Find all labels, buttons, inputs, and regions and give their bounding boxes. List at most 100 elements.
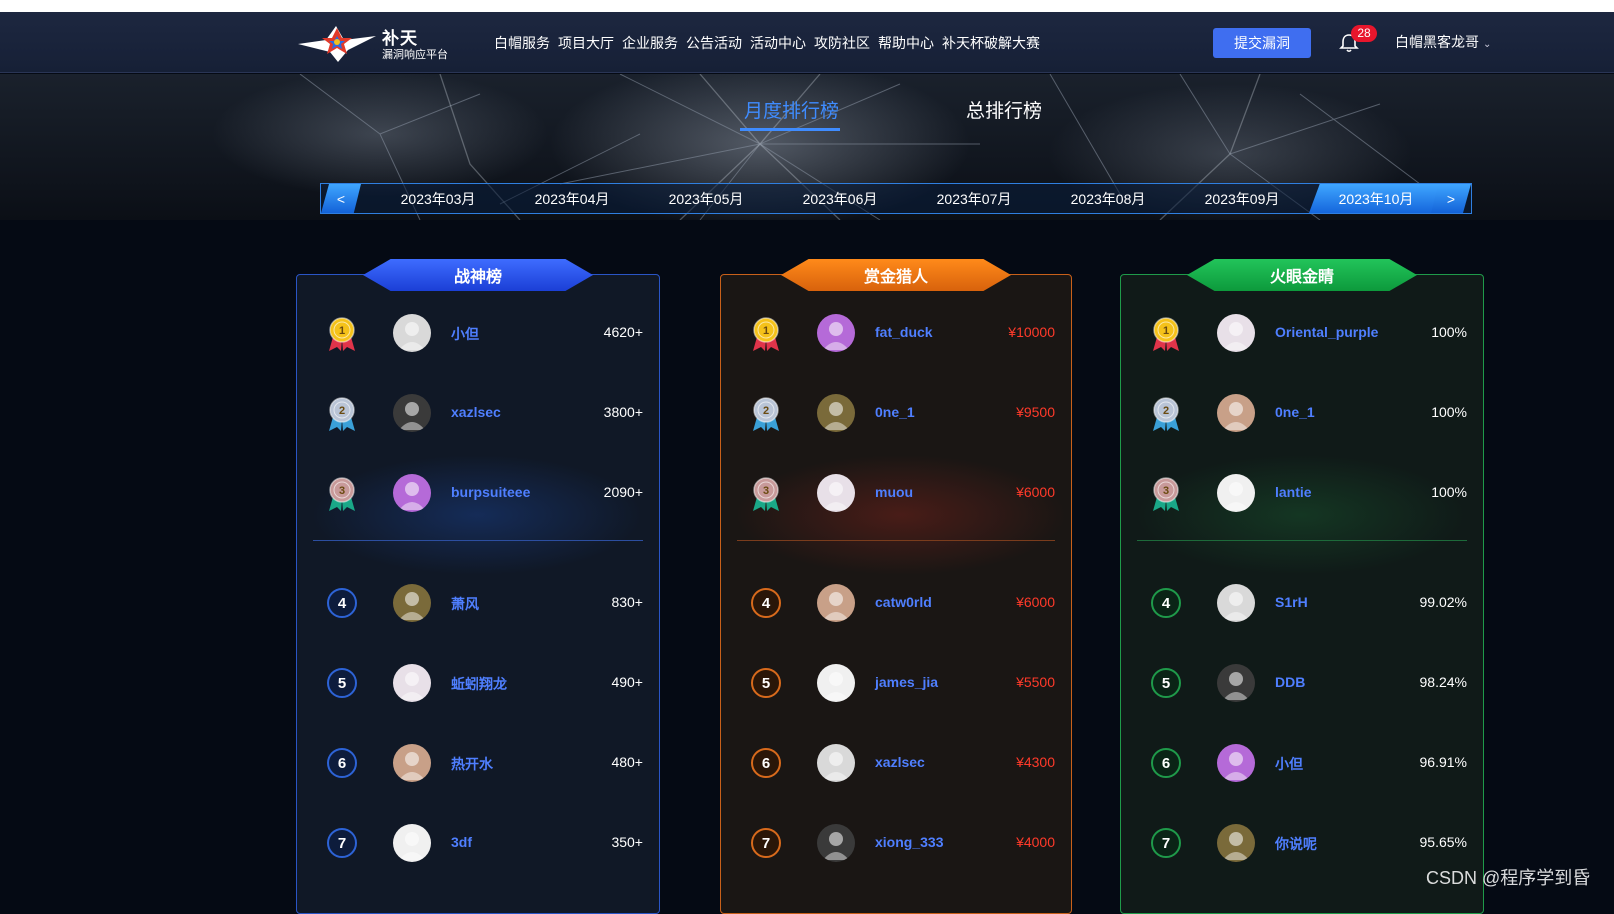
avatar[interactable] [1217,664,1255,702]
avatar[interactable] [1217,584,1255,622]
avatar[interactable] [817,474,855,512]
user-name-link[interactable]: 热开水 [451,754,493,774]
medal-rank-number: 1 [339,325,345,337]
month-item[interactable]: 2023年06月 [773,184,907,213]
menu-item-enterprise-service[interactable]: 企业服务 [622,33,678,53]
user-name-link[interactable]: catw0rld [875,594,932,610]
submit-vulnerability-button[interactable]: 提交漏洞 [1213,28,1311,58]
avatar[interactable] [817,744,855,782]
user-name-link[interactable]: 小但 [451,324,479,344]
site-logo[interactable]: 补天 漏洞响应平台 [296,22,456,64]
medal-icon: 1 [753,317,779,351]
ranking-row: 7 xiong_333 ¥4000 [721,823,1071,863]
user-avatar-icon [823,832,849,860]
user-avatar-icon [823,752,849,780]
tab-monthly-ranking[interactable]: 月度排行榜 [744,96,839,123]
ranking-row: 5 蚯蚓翔龙 490+ [297,663,659,703]
score-value: 3800+ [603,404,643,420]
score-value: ¥6000 [1016,594,1055,610]
score-value: 830+ [611,594,643,610]
score-value: 98.24% [1419,674,1467,690]
score-value: 100% [1431,324,1467,340]
user-name-link[interactable]: xiong_333 [875,834,943,850]
month-item[interactable]: 2023年08月 [1041,184,1175,213]
logo-subtitle: 漏洞响应平台 [382,49,448,61]
user-name-link[interactable]: 蚯蚓翔龙 [451,674,507,694]
rank-number: 6 [1151,748,1181,778]
avatar[interactable] [393,584,431,622]
user-name-link[interactable]: xazlsec [451,404,501,420]
user-name-link[interactable]: burpsuiteee [451,484,530,500]
menu-item-announcements[interactable]: 公告活动 [686,33,742,53]
user-name-link[interactable]: 萧风 [451,594,479,614]
user-menu[interactable]: 白帽黑客龙哥 ⌄ [1395,32,1491,52]
avatar[interactable] [393,394,431,432]
avatar[interactable] [393,474,431,512]
month-item[interactable]: 2023年09月 [1175,184,1309,213]
avatar[interactable] [817,314,855,352]
user-name-link[interactable]: S1rH [1275,594,1308,610]
user-name-link[interactable]: muou [875,484,913,500]
rank-number: 7 [327,828,357,858]
user-avatar-icon [1223,752,1249,780]
user-name-link[interactable]: DDB [1275,674,1305,690]
user-name-link[interactable]: 0ne_1 [1275,404,1315,420]
menu-item-whitehat-service[interactable]: 白帽服务 [494,33,550,53]
medal-rank-number: 1 [1163,325,1169,337]
month-list: 2023年03月 2023年04月 2023年05月 2023年06月 2023… [371,184,1443,213]
user-name-link[interactable]: lantie [1275,484,1312,500]
avatar[interactable] [1217,394,1255,432]
avatar[interactable] [1217,824,1255,862]
user-name-link[interactable]: fat_duck [875,324,933,340]
menu-item-community[interactable]: 攻防社区 [814,33,870,53]
user-name-link[interactable]: 小但 [1275,754,1303,774]
board-war-god: 战神榜 1 小但 4620+ 2 xazlsec 3800+ 3 burpsuiteee 209… [296,259,660,914]
avatar[interactable] [1217,314,1255,352]
menu-item-activity-center[interactable]: 活动中心 [750,33,806,53]
avatar[interactable] [817,824,855,862]
score-value: 100% [1431,484,1467,500]
rank-number: 6 [751,748,781,778]
user-name-link[interactable]: 3df [451,834,472,850]
user-avatar-icon [823,322,849,350]
month-prev-button[interactable]: < [321,184,361,213]
score-value: ¥9500 [1016,404,1055,420]
avatar[interactable] [817,584,855,622]
user-name-link[interactable]: xazlsec [875,754,925,770]
user-name-link[interactable]: 0ne_1 [875,404,915,420]
ranking-row: 3 lantie 100% [1121,473,1483,513]
ranking-row: 7 3df 350+ [297,823,659,863]
avatar[interactable] [1217,474,1255,512]
month-item[interactable]: 2023年05月 [639,184,773,213]
user-avatar-icon [1223,672,1249,700]
month-item[interactable]: 2023年03月 [371,184,505,213]
avatar[interactable] [1217,744,1255,782]
month-item[interactable]: 2023年04月 [505,184,639,213]
month-item[interactable]: 2023年07月 [907,184,1041,213]
top3-divider [1137,540,1467,541]
ranking-row: 1 小但 4620+ [297,313,659,353]
user-name-link[interactable]: Oriental_purple [1275,324,1378,340]
tab-total-ranking[interactable]: 总排行榜 [966,96,1042,123]
user-avatar-icon [399,482,425,510]
avatar[interactable] [393,824,431,862]
user-avatar-icon [399,592,425,620]
user-avatar-icon [823,482,849,510]
user-name-link[interactable]: 你说呢 [1275,834,1317,854]
ranking-row: 1 fat_duck ¥10000 [721,313,1071,353]
avatar[interactable] [817,394,855,432]
medal-icon: 3 [329,477,355,511]
ranking-row: 2 0ne_1 100% [1121,393,1483,433]
month-item-active[interactable]: 2023年10月 [1309,184,1443,213]
user-name-link[interactable]: james_jia [875,674,938,690]
score-value: ¥4300 [1016,754,1055,770]
menu-item-help-center[interactable]: 帮助中心 [878,33,934,53]
avatar[interactable] [393,314,431,352]
browser-top-strip [0,0,1614,12]
avatar[interactable] [393,664,431,702]
rank-number: 4 [751,588,781,618]
avatar[interactable] [817,664,855,702]
menu-item-cup-contest[interactable]: 补天杯破解大赛 [942,33,1040,53]
avatar[interactable] [393,744,431,782]
menu-item-project-hall[interactable]: 项目大厅 [558,33,614,53]
